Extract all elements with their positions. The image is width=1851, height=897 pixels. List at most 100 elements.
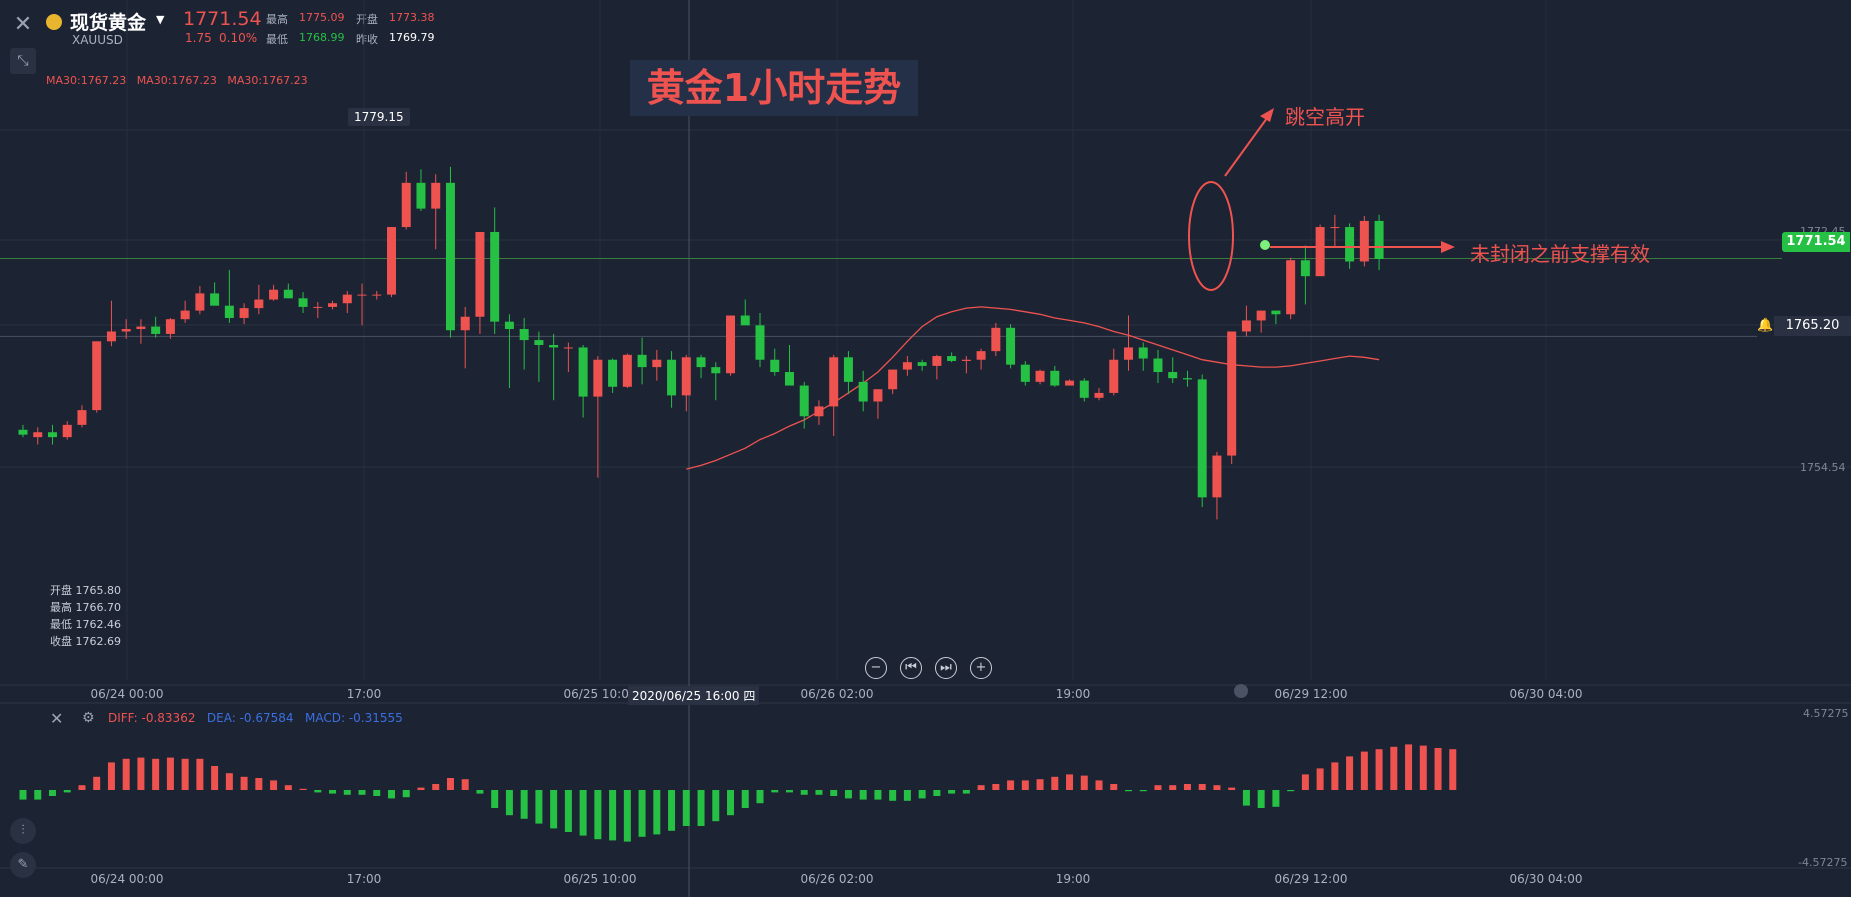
x-tick: 06/24 00:00 <box>90 687 164 701</box>
candle-body <box>961 359 971 361</box>
x-tick-lower: 19:00 <box>1055 872 1091 886</box>
macd-bar <box>638 790 646 837</box>
candle-body <box>1182 378 1192 380</box>
zoom-out-icon[interactable]: − <box>865 657 887 679</box>
macd-bar <box>358 790 366 795</box>
candle-body <box>1006 327 1016 365</box>
candle-body <box>33 432 43 438</box>
x-tick: 19:00 <box>1055 687 1091 701</box>
macd-bar <box>1198 784 1206 790</box>
bell-icon[interactable]: 🔔 <box>1757 316 1773 336</box>
ma30-polyline <box>686 306 1380 470</box>
macd-bar <box>859 790 867 800</box>
x-tick: 06/29 12:00 <box>1274 687 1348 701</box>
candle-body <box>563 347 573 349</box>
candle-style-icon[interactable]: ⫶ <box>10 818 36 844</box>
macd-bar <box>432 784 440 790</box>
macd-bar <box>844 790 852 799</box>
candle-body <box>726 315 736 374</box>
scroll-handle-icon[interactable] <box>1234 684 1248 698</box>
macd-bar <box>137 757 145 790</box>
macd-bar <box>402 790 410 798</box>
candle-body <box>92 341 102 411</box>
annotation-support: 未封闭之前支撑有效 <box>1470 242 1650 266</box>
macd-bar <box>771 790 779 793</box>
candle-body <box>106 331 116 342</box>
candle-body <box>902 362 912 370</box>
macd-bar <box>1301 774 1309 790</box>
macd-bar <box>1331 762 1339 790</box>
macd-bar <box>874 790 882 800</box>
macd-bar <box>668 790 676 831</box>
macd-bar <box>19 790 27 800</box>
macd-bar <box>446 778 454 790</box>
macd-bar <box>211 766 219 790</box>
candlestick-chart[interactable] <box>0 0 1851 897</box>
candle-body <box>711 367 721 374</box>
gap-arrow-line <box>1224 113 1271 177</box>
candle-body <box>1286 260 1296 315</box>
candle-body <box>401 182 411 228</box>
skip-forward-icon[interactable]: ⏭ <box>935 657 957 679</box>
candle-body <box>1050 370 1060 386</box>
y-label-1754: 1754.54 <box>1800 461 1846 474</box>
macd-bar <box>284 785 292 790</box>
x-tick: 06/25 10:00 <box>563 687 637 701</box>
ohlc-open: 开盘 1765.80 <box>50 584 121 597</box>
candle-body <box>843 357 853 382</box>
macd-bar <box>1287 790 1295 792</box>
macd-bar <box>122 758 130 790</box>
macd-bar <box>1390 746 1398 790</box>
macd-bar <box>520 790 528 819</box>
macd-bar <box>903 790 911 801</box>
candle-body <box>342 294 352 304</box>
alert-price-tag[interactable]: 1765.20 <box>1774 316 1851 336</box>
candle-body <box>224 305 234 318</box>
macd-bar <box>1375 749 1383 790</box>
candle-body <box>1227 331 1237 456</box>
macd-bar <box>1021 780 1029 790</box>
macd-bar <box>1095 780 1103 790</box>
macd-bar <box>918 790 926 799</box>
pencil-icon[interactable]: ✎ <box>10 852 36 878</box>
macd-dea: DEA: -0.67584 <box>206 711 294 725</box>
macd-bar <box>255 778 263 790</box>
x-tick-lower: 06/29 12:00 <box>1274 872 1348 886</box>
candle-body <box>504 321 514 330</box>
candle-body <box>460 316 470 331</box>
x-tick-lower: 17:00 <box>346 872 382 886</box>
macd-bar <box>550 790 558 829</box>
macd-bar <box>889 790 897 801</box>
candle-body <box>77 410 87 425</box>
x-tick: 06/26 02:00 <box>800 687 874 701</box>
candle-body <box>519 329 529 341</box>
macd-bar <box>491 790 499 808</box>
candle-body <box>991 327 1001 352</box>
candle-body <box>1212 455 1222 498</box>
candle-body <box>475 231 485 317</box>
skip-back-icon[interactable]: ⏮ <box>900 657 922 679</box>
macd-bar <box>1434 748 1442 790</box>
macd-bar <box>1419 745 1427 790</box>
candle-body <box>1153 358 1163 373</box>
candle-body <box>814 406 824 417</box>
macd-bar <box>343 790 351 795</box>
candle-body <box>254 299 264 309</box>
candle-body <box>1020 364 1030 382</box>
macd-bar <box>785 790 793 793</box>
settings-icon[interactable]: ⚙ <box>82 710 95 726</box>
macd-bar <box>962 790 970 794</box>
macd-bar <box>329 790 337 794</box>
macd-bar <box>93 776 101 790</box>
gap-arrow-head <box>1260 108 1274 122</box>
macd-bar <box>1007 780 1015 790</box>
x-tick-lower: 06/25 10:00 <box>563 872 637 886</box>
candle-body <box>1374 220 1384 259</box>
candle-body <box>1330 227 1340 229</box>
close-macd-icon[interactable]: ✕ <box>50 709 63 728</box>
candle-body <box>62 424 72 438</box>
macd-bar <box>1316 768 1324 790</box>
zoom-in-icon[interactable]: + <box>970 657 992 679</box>
macd-bar <box>1257 790 1265 808</box>
candle-body <box>1094 392 1104 398</box>
